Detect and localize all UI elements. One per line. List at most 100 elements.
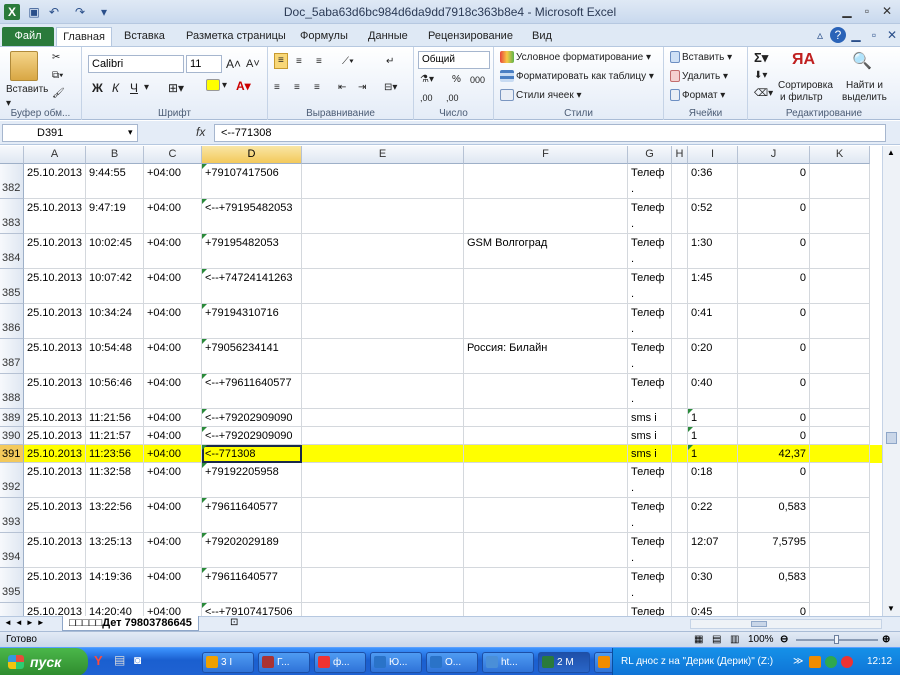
help-icon[interactable]: ? xyxy=(830,27,846,43)
cell-g[interactable]: Телеф. xyxy=(628,339,672,374)
increase-decimal-icon[interactable]: ,00 xyxy=(420,91,433,105)
cell-a[interactable]: 25.10.2013 xyxy=(24,498,86,533)
column-header-e[interactable]: E xyxy=(302,146,464,164)
cell-c[interactable]: +04:00 xyxy=(144,463,202,498)
number-format-select[interactable]: Общий xyxy=(418,51,490,69)
cell-f[interactable]: Россия: Билайн xyxy=(464,339,628,374)
cell-c[interactable]: +04:00 xyxy=(144,339,202,374)
insert-function-icon[interactable]: fx xyxy=(196,125,205,139)
autosum-icon[interactable]: Σ▾ xyxy=(754,51,768,65)
cell-b[interactable]: 10:56:46 xyxy=(86,374,144,409)
cell-a[interactable]: 25.10.2013 xyxy=(24,234,86,269)
row-header[interactable]: 388 xyxy=(0,374,24,409)
cell-styles-button[interactable]: Стили ячеек ▾ xyxy=(500,89,582,103)
column-header-f[interactable]: F xyxy=(464,146,628,164)
cell-e[interactable] xyxy=(302,269,464,304)
column-header-j[interactable]: J xyxy=(738,146,810,164)
cell-i[interactable]: 0:22 xyxy=(688,498,738,533)
tab-review[interactable]: Рецензирование xyxy=(422,27,519,46)
cell-a[interactable]: 25.10.2013 xyxy=(24,463,86,498)
sort-filter-icon[interactable]: ЯA xyxy=(792,51,815,75)
cell-a[interactable]: 25.10.2013 xyxy=(24,374,86,409)
cell-f[interactable]: GSM Волгоград xyxy=(464,234,628,269)
cell-f[interactable] xyxy=(464,199,628,234)
scroll-up-icon[interactable]: ▲ xyxy=(887,148,895,157)
cell-c[interactable]: +04:00 xyxy=(144,269,202,304)
maximize-button[interactable]: ▫ xyxy=(856,3,878,19)
column-header-a[interactable]: A xyxy=(24,146,86,164)
cell-c[interactable]: +04:00 xyxy=(144,409,202,427)
cell-i[interactable]: 1 xyxy=(688,409,738,427)
cell-e[interactable] xyxy=(302,199,464,234)
cell-i[interactable]: 0:30 xyxy=(688,568,738,603)
cell-k[interactable] xyxy=(810,603,870,616)
cell-g[interactable]: Телеф. xyxy=(628,374,672,409)
spreadsheet-grid[interactable]: ABCDEFGHIJK 382 25.10.2013 9:44:55 +04:00 +7… xyxy=(0,146,882,616)
row-header[interactable]: 390 xyxy=(0,427,24,445)
cell-b[interactable]: 10:34:24 xyxy=(86,304,144,339)
tray-alert-icon[interactable] xyxy=(841,656,853,668)
tab-insert[interactable]: Вставка xyxy=(118,27,171,46)
cell-h[interactable] xyxy=(672,568,688,603)
row-header[interactable]: 384 xyxy=(0,234,24,269)
normal-view-icon[interactable]: ▦ xyxy=(694,632,703,647)
cell-h[interactable] xyxy=(672,304,688,339)
cell-f[interactable] xyxy=(464,603,628,616)
cell-b[interactable]: 11:32:58 xyxy=(86,463,144,498)
cell-e[interactable] xyxy=(302,339,464,374)
cell-b[interactable]: 14:20:40 xyxy=(86,603,144,616)
cell-k[interactable] xyxy=(810,164,870,199)
cell-d[interactable]: <--+74724141263 xyxy=(202,269,302,304)
cell-j[interactable]: 0 xyxy=(738,269,810,304)
cell-d[interactable]: <--+79107417506 xyxy=(202,603,302,616)
zoom-slider-handle[interactable] xyxy=(834,635,839,644)
horizontal-scrollbar[interactable] xyxy=(690,619,882,629)
doc-close-icon[interactable]: ✕ xyxy=(884,27,900,43)
cell-f[interactable] xyxy=(464,498,628,533)
zoom-out-icon[interactable]: ⊖ xyxy=(780,632,788,647)
find-binoculars-icon[interactable]: 🔍 xyxy=(852,51,876,75)
cell-h[interactable] xyxy=(672,445,688,463)
format-cells-button[interactable]: Формат ▾ xyxy=(670,89,725,103)
cell-j[interactable]: 0 xyxy=(738,427,810,445)
cell-j[interactable]: 0 xyxy=(738,374,810,409)
cell-c[interactable]: +04:00 xyxy=(144,445,202,463)
cell-c[interactable]: +04:00 xyxy=(144,304,202,339)
cell-a[interactable]: 25.10.2013 xyxy=(24,269,86,304)
close-button[interactable]: ✕ xyxy=(876,3,898,19)
cell-d[interactable]: +79107417506 xyxy=(202,164,302,199)
cell-a[interactable]: 25.10.2013 xyxy=(24,445,86,463)
cell-c[interactable]: +04:00 xyxy=(144,533,202,568)
cell-h[interactable] xyxy=(672,164,688,199)
cell-a[interactable]: 25.10.2013 xyxy=(24,603,86,616)
cell-k[interactable] xyxy=(810,533,870,568)
cell-a[interactable]: 25.10.2013 xyxy=(24,164,86,199)
cell-i[interactable]: 1:30 xyxy=(688,234,738,269)
cell-k[interactable] xyxy=(810,409,870,427)
yandex-quicklaunch-icon[interactable]: Y xyxy=(94,653,103,668)
row-header[interactable]: 382 xyxy=(0,164,24,199)
zoom-level[interactable]: 100% xyxy=(748,632,774,647)
column-header-d[interactable]: D xyxy=(202,146,302,164)
cell-c[interactable]: +04:00 xyxy=(144,427,202,445)
font-name-select[interactable]: Calibri xyxy=(88,55,184,73)
row-header[interactable]: 394 xyxy=(0,533,24,568)
select-all-corner[interactable] xyxy=(0,146,24,164)
cell-g[interactable]: Телеф. xyxy=(628,164,672,199)
cell-h[interactable] xyxy=(672,409,688,427)
tab-data[interactable]: Данные xyxy=(362,27,414,46)
cell-g[interactable]: Телеф. xyxy=(628,199,672,234)
name-box[interactable]: D391 xyxy=(2,124,138,142)
cell-e[interactable] xyxy=(302,603,464,616)
cell-d[interactable]: <--771308 xyxy=(202,445,302,463)
cell-c[interactable]: +04:00 xyxy=(144,374,202,409)
decrease-decimal-icon[interactable]: ,00 xyxy=(446,91,459,105)
increase-indent-icon[interactable]: ⇥ xyxy=(358,81,366,95)
zoom-in-icon[interactable]: ⊕ xyxy=(882,632,890,647)
format-as-table-button[interactable]: Форматировать как таблицу ▾ xyxy=(500,70,654,84)
minimize-ribbon-icon[interactable]: ▵ xyxy=(812,27,828,43)
cell-h[interactable] xyxy=(672,339,688,374)
taskbar-button[interactable]: 2 М xyxy=(538,652,590,673)
cell-c[interactable]: +04:00 xyxy=(144,234,202,269)
cell-g[interactable]: Телеф. xyxy=(628,234,672,269)
